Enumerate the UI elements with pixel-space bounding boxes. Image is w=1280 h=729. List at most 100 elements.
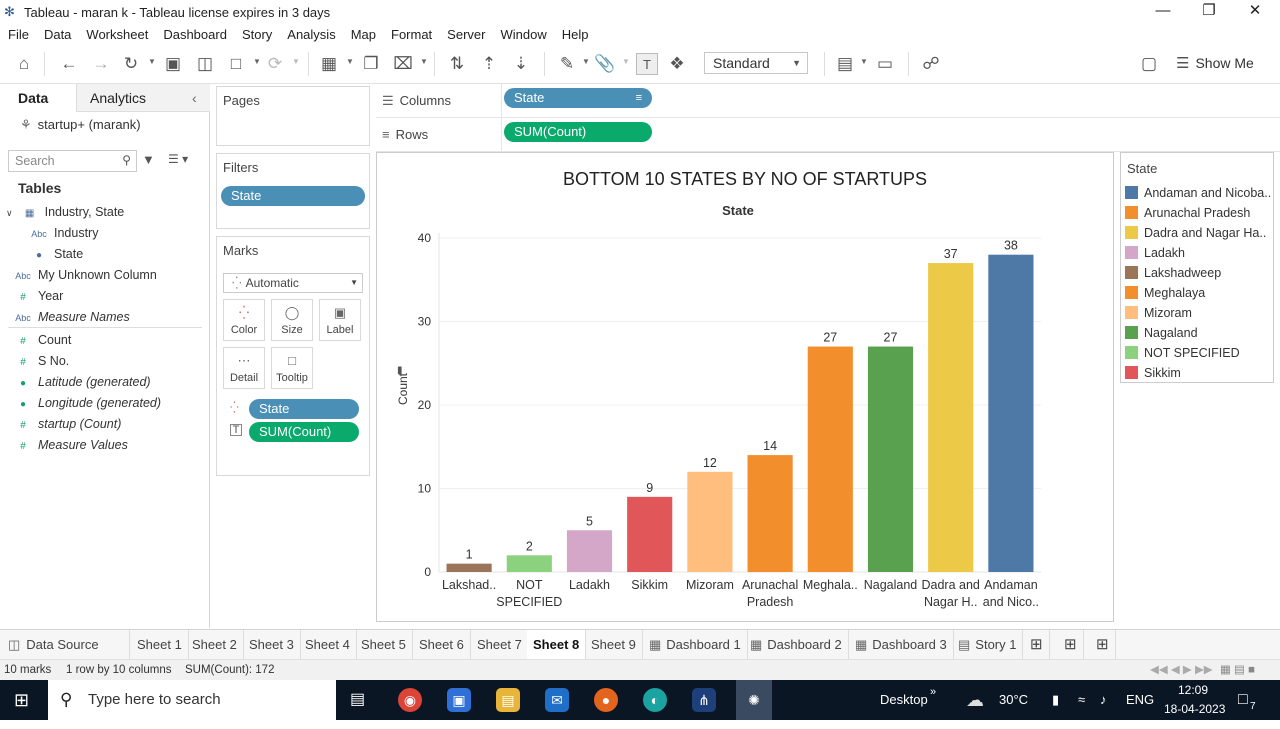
task-view-icon[interactable]: ▤: [350, 680, 365, 720]
notification-icon[interactable]: □: [1238, 680, 1248, 720]
table-group[interactable]: ∨ ▦ Industry, State: [6, 202, 124, 222]
minimize-button[interactable]: —: [1140, 0, 1186, 24]
field-longitude[interactable]: ● Longitude (generated): [14, 393, 161, 413]
close-button[interactable]: ✕: [1232, 0, 1278, 24]
menu-story[interactable]: Story: [242, 27, 272, 42]
store-icon[interactable]: ▣: [447, 688, 471, 712]
menu-map[interactable]: Map: [351, 27, 376, 42]
menu-server[interactable]: Server: [447, 27, 485, 42]
filter-icon[interactable]: ▼: [142, 152, 155, 167]
bar[interactable]: [867, 346, 914, 572]
marks-pill-state[interactable]: State: [249, 399, 359, 419]
clear-sheet-icon[interactable]: ⌧: [392, 53, 414, 75]
legend-item[interactable]: NOT SPECIFIED: [1125, 343, 1271, 363]
fix-axes-icon[interactable]: ❖: [666, 53, 688, 75]
bar-chart[interactable]: BOTTOM 10 STATES BY NO OF STARTUPS State…: [377, 153, 1113, 621]
volume-icon[interactable]: ♪: [1100, 680, 1107, 720]
home-icon[interactable]: ⌂: [13, 53, 35, 75]
tab-dashboard-3[interactable]: ▦ Dashboard 3: [849, 630, 954, 660]
legend-item[interactable]: Arunachal Pradesh: [1125, 203, 1271, 223]
field-my-unknown-column[interactable]: Abc My Unknown Column: [14, 265, 157, 285]
menu-dashboard[interactable]: Dashboard: [163, 27, 227, 42]
field-s-no[interactable]: # S No.: [14, 351, 69, 371]
tab-sheet-1[interactable]: Sheet 1: [131, 630, 189, 660]
mail-icon[interactable]: ✉: [545, 688, 569, 712]
show-me-icon[interactable]: ▢: [1138, 53, 1160, 75]
search-input[interactable]: Search ⚲: [8, 150, 137, 172]
bar[interactable]: [928, 263, 974, 572]
menu-worksheet[interactable]: Worksheet: [86, 27, 148, 42]
tab-sheet-6[interactable]: Sheet 6: [413, 630, 471, 660]
bar[interactable]: [627, 496, 673, 572]
battery-icon[interactable]: ▮: [1052, 680, 1059, 720]
view-list-icon[interactable]: ☰ ▾: [168, 152, 188, 166]
windows-start-icon[interactable]: ⊞: [14, 680, 29, 720]
field-count[interactable]: # Count: [14, 330, 71, 350]
bar[interactable]: [566, 530, 613, 572]
sort-descending-icon[interactable]: ⇣: [510, 53, 532, 75]
share-icon[interactable]: ☍: [920, 53, 942, 75]
file-explorer-icon[interactable]: ▤: [496, 688, 520, 712]
legend-item[interactable]: Meghalaya: [1125, 283, 1271, 303]
tab-sheet-3[interactable]: Sheet 3: [243, 630, 301, 660]
bar[interactable]: [988, 254, 1034, 572]
edge-icon[interactable]: ◐: [643, 688, 667, 712]
filter-pill-state[interactable]: State: [221, 186, 365, 206]
legend-item[interactable]: Nagaland: [1125, 323, 1271, 343]
tab-data-source[interactable]: ◫ Data Source: [2, 630, 130, 660]
legend-item[interactable]: Sikkim: [1125, 363, 1271, 383]
presentation-mode-icon[interactable]: ▭: [874, 53, 896, 75]
mark-type-dropdown[interactable]: ⁛ Automatic ▼: [223, 273, 363, 293]
replay-icon[interactable]: ↻: [120, 53, 142, 75]
redo-icon[interactable]: →: [90, 53, 112, 75]
tab-sheet-9[interactable]: Sheet 9: [585, 630, 643, 660]
new-worksheet-tab-icon[interactable]: ⊞: [1024, 630, 1050, 660]
field-measure-values[interactable]: # Measure Values: [14, 435, 128, 455]
menu-file[interactable]: File: [8, 27, 29, 42]
pages-shelf[interactable]: Pages: [216, 86, 370, 146]
new-datasource-icon[interactable]: ◫: [194, 53, 216, 75]
fit-dropdown[interactable]: Standard ▼: [704, 52, 808, 74]
bar[interactable]: [446, 563, 492, 572]
sheet-view-icon[interactable]: ▦ ▤ ■: [1220, 662, 1255, 676]
bar[interactable]: [506, 555, 552, 572]
menu-format[interactable]: Format: [391, 27, 432, 42]
clock-date[interactable]: 18-04-2023: [1164, 689, 1225, 729]
field-startup-count[interactable]: # startup (Count): [14, 414, 121, 434]
bar[interactable]: [747, 455, 793, 572]
tab-sheet-5[interactable]: Sheet 5: [355, 630, 413, 660]
label-button[interactable]: ▣ Label: [319, 299, 361, 341]
color-button[interactable]: ⁛ Color: [223, 299, 265, 341]
bar[interactable]: [807, 346, 853, 572]
duplicate-sheet-icon[interactable]: ❐: [360, 53, 382, 75]
filters-shelf[interactable]: Filters State: [216, 153, 370, 229]
menu-data[interactable]: Data: [44, 27, 71, 42]
tab-sheet-7[interactable]: Sheet 7: [471, 630, 529, 660]
tableau-active-icon[interactable]: ✺: [736, 680, 772, 720]
tab-analytics[interactable]: Analytics: [90, 84, 146, 112]
refresh-icon[interactable]: ⟳: [264, 53, 286, 75]
wifi-icon[interactable]: ≈: [1078, 680, 1085, 720]
pause-updates-icon[interactable]: □: [225, 53, 247, 75]
legend-item[interactable]: Ladakh: [1125, 243, 1271, 263]
field-measure-names[interactable]: Abc Measure Names: [14, 307, 129, 327]
field-state[interactable]: ● State: [30, 244, 83, 264]
legend-item[interactable]: Lakshadweep: [1125, 263, 1271, 283]
bar[interactable]: [687, 471, 733, 572]
legend-item[interactable]: Mizoram: [1125, 303, 1271, 323]
chevron-up-icon[interactable]: »: [930, 672, 936, 712]
detail-button[interactable]: ⋯ Detail: [223, 347, 265, 389]
taskbar-search-input[interactable]: ⚲ Type here to search: [48, 680, 336, 720]
datasource-item[interactable]: ⚘ startup+ (marank): [20, 115, 141, 135]
weather-temp[interactable]: 30°C: [999, 680, 1028, 720]
tab-dashboard-1[interactable]: ▦ Dashboard 1: [643, 630, 748, 660]
maximize-button[interactable]: ❐: [1186, 0, 1232, 24]
menu-window[interactable]: Window: [500, 27, 546, 42]
chrome-icon[interactable]: ◉: [398, 688, 422, 712]
collapse-icon[interactable]: ‹: [192, 84, 197, 112]
sort-ascending-icon[interactable]: ⇡: [478, 53, 500, 75]
show-labels-icon[interactable]: T: [636, 53, 658, 75]
marks-pill-count[interactable]: SUM(Count): [249, 422, 359, 442]
tab-sheet-4[interactable]: Sheet 4: [299, 630, 357, 660]
swap-icon[interactable]: ⇅: [446, 53, 468, 75]
